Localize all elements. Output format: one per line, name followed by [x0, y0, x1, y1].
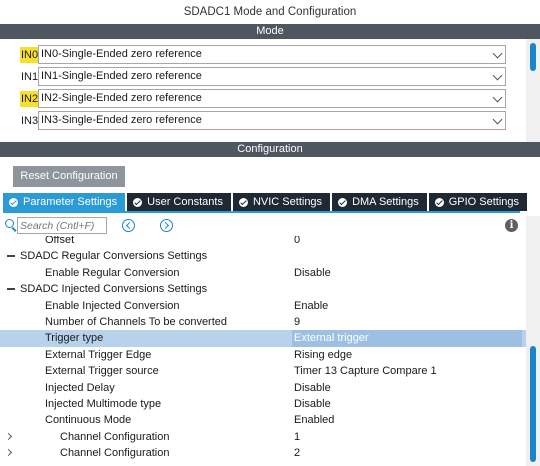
- input-select-in2[interactable]: IN2-Single-Ended zero reference: [38, 89, 506, 108]
- input-label-in3: IN3: [21, 115, 39, 127]
- collapse-icon[interactable]: [7, 288, 15, 290]
- param-row-continuous-mode[interactable]: Continuous Mode Enabled: [0, 412, 526, 428]
- param-row-enable-injected-conversion[interactable]: Enable Injected Conversion Enable: [0, 298, 526, 314]
- tab-nvic-settings[interactable]: NVIC Settings: [232, 193, 331, 211]
- param-name: Enable Injected Conversion: [45, 299, 180, 312]
- param-name: External Trigger Edge: [45, 348, 152, 361]
- input-row-in2: IN2 IN2-Single-Ended zero reference: [0, 88, 520, 110]
- param-group-name: SDADC Injected Conversions Settings: [20, 283, 208, 296]
- param-value[interactable]: External trigger: [292, 330, 522, 347]
- check-circle-icon: [9, 197, 18, 207]
- param-row-external-trigger-source[interactable]: External Trigger source Timer 13 Capture…: [0, 363, 526, 379]
- param-name: Trigger type: [45, 332, 104, 345]
- input-select-in1-value: IN1-Single-Ended zero reference: [41, 70, 202, 82]
- mode-section-header: Mode: [0, 24, 540, 39]
- param-name: Enable Regular Conversion: [45, 266, 180, 279]
- param-name: Channel Configuration: [60, 447, 170, 460]
- input-select-in1[interactable]: IN1-Single-Ended zero reference: [38, 67, 506, 86]
- mode-scrollbar[interactable]: [526, 39, 540, 142]
- chevron-down-icon[interactable]: [492, 48, 503, 59]
- input-label-in1: IN1: [21, 71, 39, 83]
- param-name: External Trigger source: [45, 365, 159, 378]
- check-circle-icon: [338, 197, 348, 207]
- param-name: Number of Channels To be converted: [45, 316, 228, 328]
- configuration-scrollbar[interactable]: [526, 216, 540, 466]
- input-select-in3-value: IN3-Single-Ended zero reference: [41, 114, 202, 126]
- search-previous-button[interactable]: [122, 219, 135, 232]
- param-value: Disable: [294, 266, 331, 279]
- chevron-down-icon[interactable]: [492, 70, 503, 81]
- input-select-in2-value: IN2-Single-Ended zero reference: [41, 92, 202, 104]
- param-name: Channel Configuration: [60, 430, 170, 443]
- input-select-in0-value: IN0-Single-Ended zero reference: [41, 48, 202, 60]
- search-icon: [5, 219, 14, 228]
- tab-dma-settings[interactable]: DMA Settings: [332, 193, 427, 211]
- input-label-in2: IN2: [20, 91, 40, 107]
- param-value: Disable: [294, 381, 331, 394]
- param-value: Enabled: [294, 414, 335, 427]
- mode-panel: IN0 IN0-Single-Ended zero reference IN1 …: [0, 39, 540, 142]
- param-value: 0: [294, 236, 301, 246]
- tab-underline: [3, 211, 520, 213]
- param-value: Disable: [294, 398, 331, 410]
- param-row-trigger-type[interactable]: Trigger type External trigger: [0, 330, 526, 347]
- param-name: Offset: [45, 236, 75, 246]
- param-value: Enable: [294, 299, 329, 312]
- input-select-in3[interactable]: IN3-Single-Ended zero reference: [38, 111, 506, 130]
- window-title: SDADC1 Mode and Configuration: [0, 0, 540, 24]
- configuration-section-header: Configuration: [0, 142, 540, 157]
- collapse-icon[interactable]: [7, 255, 15, 257]
- parameter-tree: Offset 0 SDADC Regular Conversions Setti…: [0, 236, 526, 466]
- param-row-enable-regular-conversion[interactable]: Enable Regular Conversion Disable: [0, 265, 526, 281]
- tab-parameter-settings-label: Parameter Settings: [23, 196, 118, 208]
- info-icon[interactable]: i: [505, 219, 518, 232]
- tab-user-constants[interactable]: User Constants: [127, 193, 231, 211]
- chevron-down-icon[interactable]: [492, 114, 503, 125]
- expand-arrow-icon[interactable]: [4, 449, 13, 457]
- search-input[interactable]: [17, 217, 107, 234]
- tab-gpio-settings-label: GPIO Settings: [448, 196, 520, 208]
- tab-user-constants-label: User Constants: [147, 196, 223, 208]
- param-value: Rising edge: [294, 348, 353, 361]
- search-row: i: [0, 216, 540, 236]
- param-row-injected-multimode-type[interactable]: Injected Multimode type Disable: [0, 396, 526, 412]
- param-row-number-of-channels[interactable]: Number of Channels To be converted 9: [0, 314, 526, 330]
- param-name: Continuous Mode: [45, 414, 132, 427]
- settings-tabs: Parameter Settings User Constants NVIC S…: [3, 193, 529, 211]
- param-value: Timer 13 Capture Compare 1: [294, 365, 437, 378]
- param-value: 9: [294, 316, 301, 328]
- param-row-injected-delay[interactable]: Injected Delay Disable: [0, 380, 526, 396]
- input-select-in0[interactable]: IN0-Single-Ended zero reference: [38, 45, 506, 64]
- configuration-scrollbar-thumb[interactable]: [530, 346, 536, 462]
- tab-parameter-settings[interactable]: Parameter Settings: [3, 193, 126, 211]
- check-circle-icon: [133, 197, 143, 207]
- param-row-channel-configuration-2[interactable]: Channel Configuration 2: [0, 445, 526, 461]
- check-circle-icon: [434, 197, 444, 207]
- param-name: Injected Multimode type: [45, 398, 162, 410]
- tab-nvic-settings-label: NVIC Settings: [252, 196, 323, 208]
- param-row-offset[interactable]: Offset 0: [0, 236, 526, 248]
- param-group-injected-conversions[interactable]: SDADC Injected Conversions Settings: [0, 281, 526, 297]
- chevron-down-icon[interactable]: [492, 92, 503, 103]
- param-row-external-trigger-edge[interactable]: External Trigger Edge Rising edge: [0, 347, 526, 363]
- input-row-in3: IN3 IN3-Single-Ended zero reference: [0, 110, 520, 132]
- expand-arrow-icon[interactable]: [4, 432, 13, 440]
- reset-configuration-button[interactable]: Reset Configuration: [13, 166, 125, 187]
- check-circle-icon: [238, 197, 248, 207]
- input-row-in1: IN1 IN1-Single-Ended zero reference: [0, 66, 520, 88]
- param-value: 2: [294, 447, 301, 460]
- param-name: Injected Delay: [45, 381, 115, 394]
- input-label-in0: IN0: [20, 47, 40, 63]
- tab-gpio-settings[interactable]: GPIO Settings: [428, 193, 528, 211]
- search-next-button[interactable]: [160, 219, 173, 232]
- param-row-channel-configuration-1[interactable]: Channel Configuration 1: [0, 429, 526, 445]
- param-group-name: SDADC Regular Conversions Settings: [20, 250, 208, 263]
- param-group-regular-conversions[interactable]: SDADC Regular Conversions Settings: [0, 248, 526, 264]
- input-row-in0: IN0 IN0-Single-Ended zero reference: [0, 44, 520, 66]
- mode-scrollbar-thumb[interactable]: [530, 43, 536, 71]
- tab-dma-settings-label: DMA Settings: [352, 196, 419, 208]
- param-value: 1: [294, 430, 301, 443]
